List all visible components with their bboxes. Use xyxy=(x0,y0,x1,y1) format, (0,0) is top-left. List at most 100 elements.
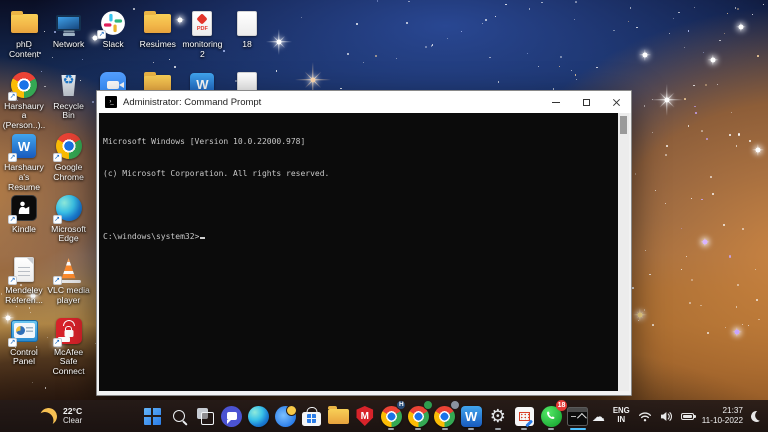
harshaurya-resume-icon xyxy=(7,131,41,161)
phd-content-icon xyxy=(7,8,41,38)
desktop-icon-label: Kindle xyxy=(2,225,46,235)
desktop-icon-label: VLC media player xyxy=(47,286,91,306)
clock[interactable]: 21:37 11-10-2022 xyxy=(702,406,743,425)
desktop-icon-label: phD Content xyxy=(2,40,46,60)
onedrive-cloud-icon[interactable] xyxy=(592,410,605,423)
running-app-indicator xyxy=(468,428,474,431)
minimize-icon xyxy=(552,102,560,103)
running-app-indicator xyxy=(548,428,554,431)
shortcut-arrow-icon xyxy=(8,338,17,347)
shortcut-arrow-icon xyxy=(97,30,106,39)
taskbar-icon-get-started[interactable] xyxy=(273,402,297,430)
maximize-button[interactable] xyxy=(571,91,601,113)
running-app-indicator xyxy=(442,428,448,431)
close-button[interactable] xyxy=(601,91,631,113)
mcafee-safe-connect-icon xyxy=(52,316,86,346)
shortcut-arrow-icon xyxy=(53,215,62,224)
wifi-icon[interactable] xyxy=(638,411,652,422)
shortcut-arrow-icon xyxy=(8,215,17,224)
cmd-window-icon xyxy=(105,96,117,108)
focus-assist-moon-icon[interactable] xyxy=(749,409,763,423)
desktop-icon-harshaurya-resume[interactable]: Harshaurya's Resume xyxy=(2,131,46,192)
desktop-icon-google-chrome[interactable]: Google Chrome xyxy=(47,131,91,183)
taskbar-icon-word[interactable] xyxy=(459,402,483,430)
weather-condition: Clear xyxy=(63,416,82,425)
volume-icon[interactable] xyxy=(660,411,673,422)
weather-widget[interactable]: 22°C Clear xyxy=(40,400,82,432)
recycle-bin-icon xyxy=(52,70,86,100)
running-app-indicator xyxy=(388,428,394,431)
scrollbar-thumb[interactable] xyxy=(620,116,627,134)
desktop-icon-file-18[interactable]: 18 xyxy=(225,8,269,50)
mendeley-icon xyxy=(7,254,41,284)
console-scrollbar[interactable] xyxy=(618,113,629,391)
desktop-icon-label: Network xyxy=(47,40,91,50)
tray-date: 11-10-2022 xyxy=(702,416,743,426)
shortcut-arrow-icon xyxy=(53,153,62,162)
console-version-line: Microsoft Windows [Version 10.0.22000.97… xyxy=(103,137,618,148)
taskbar-icon-start[interactable] xyxy=(140,402,164,430)
taskbar-icon-search[interactable] xyxy=(167,402,191,430)
battery-icon[interactable] xyxy=(681,413,694,420)
desktop-icon-control-panel[interactable]: Control Panel xyxy=(2,316,46,368)
profile-badge: H xyxy=(396,400,406,410)
taskbar-icon-settings[interactable] xyxy=(486,402,510,430)
desktop-icon-label: monitoring 2 xyxy=(180,40,224,60)
desktop-icon-label: Harshaurya's Resume xyxy=(2,163,46,192)
desktop-icon-label: Recycle Bin xyxy=(47,102,91,122)
network-icon xyxy=(52,8,86,38)
shortcut-arrow-icon xyxy=(8,153,17,162)
taskbar: 22°C Clear H 18 ENG IN 21:37 11-10-2022 xyxy=(0,400,768,432)
desktop-icon-label: Resumes xyxy=(136,40,180,50)
console-prompt-line: C:\windows\system32> xyxy=(103,232,618,243)
language-indicator[interactable]: ENG IN xyxy=(613,407,630,424)
taskbar-icon-chrome-profile-1[interactable]: H xyxy=(379,402,403,430)
desktop-icon-microsoft-edge[interactable]: Microsoft Edge xyxy=(47,193,91,245)
slack-icon xyxy=(96,8,130,38)
desktop-icon-slack[interactable]: Slack xyxy=(91,8,135,50)
running-app-indicator xyxy=(415,428,421,431)
taskbar-icon-chrome-profile-2[interactable] xyxy=(406,402,430,430)
shortcut-arrow-icon xyxy=(8,276,17,285)
file-18-icon xyxy=(230,8,264,38)
profile-badge xyxy=(450,400,460,410)
tray-chevron-up-icon[interactable] xyxy=(577,412,587,422)
shortcut-arrow-icon xyxy=(53,338,62,347)
system-tray: ENG IN 21:37 11-10-2022 xyxy=(577,400,762,432)
desktop-icon-label: 18 xyxy=(225,40,269,50)
taskbar-icon-edge[interactable] xyxy=(246,402,270,430)
taskbar-icon-teams-chat[interactable] xyxy=(220,402,244,430)
taskbar-icon-chrome-profile-3[interactable] xyxy=(433,402,457,430)
desktop-icon-mendeley[interactable]: Mendeley Referen... xyxy=(2,254,46,306)
console-prompt: C:\windows\system32> xyxy=(103,232,199,241)
desktop-icon-kindle[interactable]: Kindle xyxy=(2,193,46,235)
taskbar-icon-file-explorer[interactable] xyxy=(326,402,350,430)
moon-weather-icon xyxy=(38,406,59,427)
taskbar-icon-whatsapp[interactable]: 18 xyxy=(539,402,563,430)
desktop-icon-network[interactable]: Network xyxy=(47,8,91,50)
weather-temperature: 22°C xyxy=(63,407,82,416)
desktop-icon-phd-content[interactable]: phD Content xyxy=(2,8,46,60)
taskbar-icon-microsoft-store[interactable] xyxy=(300,402,324,430)
vlc-media-player-icon xyxy=(52,254,86,284)
window-titlebar[interactable]: Administrator: Command Prompt xyxy=(97,91,631,113)
taskbar-icon-notes[interactable] xyxy=(512,402,536,430)
desktop-icon-harshaurya-person[interactable]: Harshaurya (Person..)... xyxy=(2,70,46,141)
control-panel-icon xyxy=(7,316,41,346)
taskbar-icon-mcafee[interactable] xyxy=(353,402,377,430)
desktop-icon-resumes[interactable]: Resumes xyxy=(136,8,180,50)
monitoring-2-icon xyxy=(185,8,219,38)
profile-badge xyxy=(423,400,433,410)
desktop-icon-vlc-media-player[interactable]: VLC media player xyxy=(47,254,91,306)
console-output[interactable]: Microsoft Windows [Version 10.0.22000.97… xyxy=(99,113,618,391)
taskbar-icon-task-view[interactable] xyxy=(193,402,217,430)
desktop-icon-label: Microsoft Edge xyxy=(47,225,91,245)
desktop-icon-monitoring-2[interactable]: monitoring 2 xyxy=(180,8,224,60)
harshaurya-person-icon xyxy=(7,70,41,100)
desktop-icon-label: Mendeley Referen... xyxy=(2,286,46,306)
desktop-icon-recycle-bin[interactable]: Recycle Bin xyxy=(47,70,91,122)
desktop-icon-label: McAfee Safe Connect xyxy=(47,348,91,377)
command-prompt-window[interactable]: Administrator: Command Prompt Microsoft … xyxy=(96,90,632,396)
minimize-button[interactable] xyxy=(541,91,571,113)
desktop-icon-mcafee-safe-connect[interactable]: McAfee Safe Connect xyxy=(47,316,91,377)
